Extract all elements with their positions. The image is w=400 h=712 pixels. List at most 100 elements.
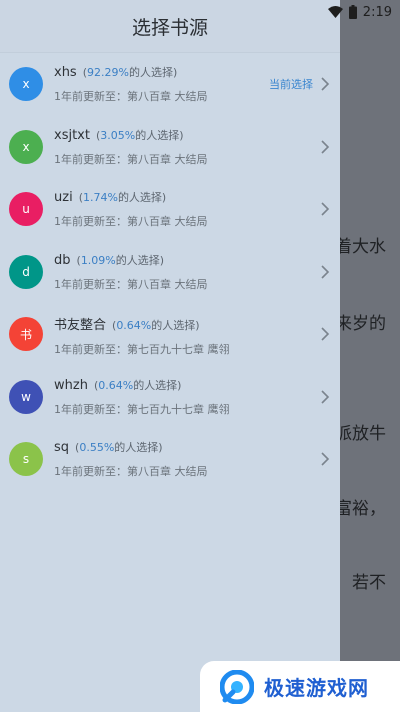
source-info: xhs (92.29%的人选择) 1年前更新至：第八百章 大结局 xyxy=(54,64,208,104)
source-update-line: 1年前更新至：第八百章 大结局 xyxy=(54,276,208,292)
source-name: xhs xyxy=(54,65,77,80)
source-row-uzi[interactable]: u uzi (1.74%的人选择) 1年前更新至：第八百章 大结局 xyxy=(0,178,340,241)
update-prefix: 1年前更新至： xyxy=(54,152,127,166)
source-percent-suffix: 的人选择) xyxy=(117,191,167,204)
source-percent-value: 0.64% xyxy=(98,378,134,392)
latest-chapter: 第八百章 大结局 xyxy=(127,215,208,228)
source-title-line: uzi (1.74%的人选择) xyxy=(54,189,208,205)
source-percent: (0.64%的人选择) xyxy=(94,379,182,392)
chevron-right-icon xyxy=(321,202,330,216)
source-title-line: whzh (0.64%的人选择) xyxy=(54,377,230,393)
source-title-line: xsjtxt (3.05%的人选择) xyxy=(54,127,208,143)
chevron-right-icon xyxy=(321,452,330,466)
drawer-title: 选择书源 xyxy=(0,0,340,53)
source-update-line: 1年前更新至：第八百章 大结局 xyxy=(54,463,208,479)
update-prefix: 1年前更新至： xyxy=(54,402,127,416)
chevron-right-icon xyxy=(321,140,330,154)
source-avatar: 书 xyxy=(9,317,43,352)
source-percent-value: 1.74% xyxy=(82,191,118,204)
source-name: sq xyxy=(54,440,70,455)
source-name: db xyxy=(54,252,71,268)
source-percent: (92.29%的人选择) xyxy=(83,66,178,79)
source-update-line: 1年前更新至：第七百九十七章 鹰翎 xyxy=(54,341,230,357)
watermark-text: 极速游戏网 xyxy=(264,676,369,700)
latest-chapter: 第八百章 大结局 xyxy=(127,152,208,166)
source-percent-value: 0.64% xyxy=(116,319,152,332)
source-title-line: xhs (92.29%的人选择) xyxy=(54,64,208,80)
update-prefix: 1年前更新至： xyxy=(54,90,127,103)
source-update-line: 1年前更新至：第七百九十七章 鹰翎 xyxy=(54,401,230,417)
source-percent: (1.74%的人选择) xyxy=(79,191,167,204)
source-update-line: 1年前更新至：第八百章 大结局 xyxy=(54,88,208,104)
chevron-right-icon xyxy=(321,265,330,279)
source-percent-suffix: 的人选择) xyxy=(128,66,178,79)
reader-text-line: 若不 xyxy=(352,573,386,593)
reader-text-line: 富裕， xyxy=(335,499,386,519)
source-info: uzi (1.74%的人选择) 1年前更新至：第八百章 大结局 xyxy=(54,189,208,229)
wifi-icon xyxy=(327,6,343,18)
source-percent-value: 3.05% xyxy=(100,128,136,142)
reader-text-line: 来岁的 xyxy=(335,314,386,334)
source-percent: (3.05%的人选择) xyxy=(96,129,184,142)
source-title-line: 书友整合 (0.64%的人选择) xyxy=(54,314,230,333)
source-row-sq[interactable]: s sq (0.55%的人选择) 1年前更新至：第八百章 大结局 xyxy=(0,428,340,491)
source-avatar: s xyxy=(9,442,43,477)
latest-chapter: 第八百章 大结局 xyxy=(127,277,208,291)
source-row-xhs[interactable]: x xhs (92.29%的人选择) 1年前更新至：第八百章 大结局 当前选择 xyxy=(0,53,340,116)
reader-text-line: 派放牛 xyxy=(335,424,386,444)
source-percent: (1.09%的人选择) xyxy=(77,254,165,267)
chevron-right-icon xyxy=(321,77,330,91)
source-name: whzh xyxy=(54,377,88,393)
update-prefix: 1年前更新至： xyxy=(54,277,127,291)
reader-text-line: 着大水 xyxy=(335,237,386,257)
status-time: 2:19 xyxy=(362,4,392,20)
source-avatar: d xyxy=(9,254,43,289)
status-bar: 2:19 xyxy=(327,3,392,21)
source-row-书友整合[interactable]: 书书友整合 (0.64%的人选择) 1年前更新至：第七百九十七章 鹰翎 xyxy=(0,303,340,366)
source-percent-value: 92.29% xyxy=(87,66,129,79)
source-percent-suffix: 的人选择) xyxy=(151,319,200,332)
source-percent: (0.64%的人选择) xyxy=(112,319,200,332)
source-update-line: 1年前更新至：第八百章 大结局 xyxy=(54,213,208,229)
source-info: xsjtxt (3.05%的人选择) 1年前更新至：第八百章 大结局 xyxy=(54,127,208,167)
source-row-db[interactable]: d db (1.09%的人选择) 1年前更新至：第八百章 大结局 xyxy=(0,241,340,304)
chevron-right-icon xyxy=(321,390,330,404)
source-list: x xhs (92.29%的人选择) 1年前更新至：第八百章 大结局 当前选择 x xsjt… xyxy=(0,53,340,491)
source-percent-value: 0.55% xyxy=(79,441,115,454)
source-percent-suffix: 的人选择) xyxy=(133,378,182,392)
source-title-line: db (1.09%的人选择) xyxy=(54,252,208,268)
source-update-line: 1年前更新至：第八百章 大结局 xyxy=(54,151,208,167)
latest-chapter: 第七百九十七章 鹰翎 xyxy=(127,343,230,356)
source-percent-suffix: 的人选择) xyxy=(135,128,184,142)
watermark-logo-icon xyxy=(220,669,254,704)
source-avatar: u xyxy=(9,192,43,227)
update-prefix: 1年前更新至： xyxy=(54,215,127,228)
source-percent: (0.55%的人选择) xyxy=(75,441,163,454)
source-avatar: w xyxy=(9,379,43,414)
update-prefix: 1年前更新至： xyxy=(54,465,127,478)
source-row-whzh[interactable]: w whzh (0.64%的人选择) 1年前更新至：第七百九十七章 鹰翎 xyxy=(0,366,340,429)
source-percent-suffix: 的人选择) xyxy=(115,253,165,267)
source-selection-drawer: 选择书源 x xhs (92.29%的人选择) 1年前更新至：第八百章 大结局 当前选择… xyxy=(0,0,340,712)
latest-chapter: 第七百九十七章 鹰翎 xyxy=(127,402,230,416)
source-title-line: sq (0.55%的人选择) xyxy=(54,439,208,455)
latest-chapter: 第八百章 大结局 xyxy=(127,90,208,103)
source-percent-suffix: 的人选择) xyxy=(114,441,163,454)
chevron-right-icon xyxy=(321,327,330,341)
source-name: 书友整合 xyxy=(54,318,107,333)
latest-chapter: 第八百章 大结局 xyxy=(127,465,208,478)
current-selection-label: 当前选择 xyxy=(269,78,313,92)
update-prefix: 1年前更新至： xyxy=(54,343,127,356)
source-name: xsjtxt xyxy=(54,127,90,143)
source-info: whzh (0.64%的人选择) 1年前更新至：第七百九十七章 鹰翎 xyxy=(54,377,230,417)
source-info: 书友整合 (0.64%的人选择) 1年前更新至：第七百九十七章 鹰翎 xyxy=(54,314,230,357)
battery-icon xyxy=(348,5,357,19)
source-row-xsjtxt[interactable]: x xsjtxt (3.05%的人选择) 1年前更新至：第八百章 大结局 xyxy=(0,116,340,179)
source-avatar: x xyxy=(9,129,43,164)
source-avatar: x xyxy=(9,67,43,102)
source-name: uzi xyxy=(54,190,73,205)
watermark: 极速游戏网 xyxy=(200,661,400,712)
source-info: db (1.09%的人选择) 1年前更新至：第八百章 大结局 xyxy=(54,252,208,292)
source-info: sq (0.55%的人选择) 1年前更新至：第八百章 大结局 xyxy=(54,439,208,479)
source-percent-value: 1.09% xyxy=(80,253,116,267)
